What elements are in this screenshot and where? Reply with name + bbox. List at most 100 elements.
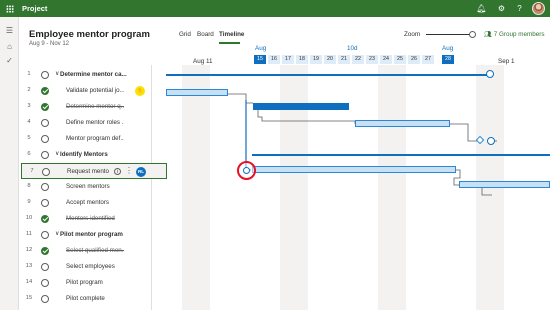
task-name[interactable]: Screen mentors [66, 183, 110, 190]
row-number: 5 [27, 135, 31, 141]
row-number: 10 [25, 215, 33, 221]
task-name[interactable]: Determine mentor q... [66, 103, 124, 110]
task-row[interactable]: 5 Mentor program def... [19, 131, 152, 147]
row-number: 14 [25, 279, 33, 285]
row-number: 4 [27, 119, 31, 125]
chevron-down-icon[interactable]: ∨ [55, 70, 59, 77]
complete-circle[interactable] [41, 198, 49, 207]
complete-circle[interactable] [41, 262, 49, 271]
app-name[interactable]: Project [22, 4, 47, 13]
task-name[interactable]: Pilot complete [66, 295, 105, 302]
task-row[interactable]: 1 ∨ Determine mentor ca... [19, 67, 152, 83]
user-avatar[interactable] [532, 2, 545, 15]
hand-icon: ✋ [135, 86, 145, 96]
task-name[interactable]: Identify Mentors [60, 151, 108, 158]
checkmark-icon[interactable] [41, 214, 49, 223]
task-name[interactable]: Mentor program def... [66, 135, 124, 142]
plan-title[interactable]: Employee mentor program [29, 29, 150, 40]
task-row[interactable]: 12 Select qualified men... [19, 243, 152, 259]
summary-bar[interactable] [252, 154, 550, 156]
task-row[interactable]: 8 Screen mentors [19, 179, 152, 195]
checkmark-icon[interactable] [41, 246, 49, 255]
task-row[interactable]: 2 Validate potential jo... ✋ [19, 83, 152, 99]
task-bar[interactable] [252, 166, 456, 173]
task-bar[interactable] [355, 120, 450, 127]
task-name[interactable]: Determine mentor ca... [60, 71, 127, 78]
task-name[interactable]: Define mentor roles ... [66, 119, 124, 126]
tab-board[interactable]: Board [197, 31, 214, 38]
row-number: 2 [27, 87, 31, 93]
plan-dates: Aug 9 - Nov 12 [29, 41, 70, 47]
group-members-label: 7 Group members [493, 31, 545, 38]
assignee-avatar[interactable]: RL [136, 167, 146, 177]
chevron-down-icon[interactable]: ∨ [55, 230, 59, 237]
info-icon[interactable]: i [114, 167, 121, 175]
row-number: 7 [30, 168, 34, 174]
home-icon[interactable]: ⌂ [4, 41, 15, 52]
dependency-links [228, 93, 497, 196]
zoom-label: Zoom [404, 31, 421, 38]
task-row-selected[interactable]: 7 Request mento i ⋮ RL [21, 163, 167, 179]
checkmark-icon[interactable] [41, 86, 49, 95]
tab-grid[interactable]: Grid [179, 31, 191, 38]
complete-circle[interactable] [41, 294, 49, 303]
task-bar[interactable] [253, 103, 349, 110]
zoom-slider[interactable] [426, 34, 473, 35]
waffle-icon[interactable] [6, 5, 14, 13]
left-nav-rail: ☰ ⌂ ✓ [0, 17, 19, 310]
row-number: 12 [25, 247, 33, 253]
task-row[interactable]: 6 ∨ Identify Mentors [19, 147, 152, 163]
complete-circle[interactable] [41, 118, 49, 127]
task-row[interactable]: 3 Determine mentor q... [19, 99, 152, 115]
complete-circle[interactable] [41, 182, 49, 191]
task-row[interactable]: 9 Accept mentors [19, 195, 152, 211]
task-row[interactable]: 15 Pilot complete [19, 291, 152, 307]
drag-link-handle[interactable] [237, 161, 256, 180]
task-name[interactable]: Select qualified men... [66, 247, 124, 254]
task-bar[interactable] [459, 181, 550, 188]
task-name[interactable]: Validate potential jo... [66, 87, 124, 94]
row-number: 15 [25, 295, 33, 301]
more-icon[interactable]: ⋮ [125, 166, 133, 175]
task-name[interactable]: Select employees [66, 263, 115, 270]
complete-circle[interactable] [41, 278, 49, 287]
row-number: 1 [27, 71, 31, 77]
hamburger-icon[interactable]: ☰ [4, 25, 15, 36]
task-name[interactable]: Pilot mentor program [60, 231, 123, 238]
complete-circle[interactable] [41, 134, 49, 143]
milestone-marker[interactable] [486, 70, 494, 78]
timeline-chart[interactable]: Aug 10d Aug Aug 11 Sep 1 15 16 17 18 19 … [152, 45, 550, 310]
bell-icon[interactable]: 🔔︎ [476, 3, 487, 14]
zoom-slider-thumb[interactable] [469, 30, 476, 38]
task-name[interactable]: Accept mentors [66, 199, 109, 206]
gear-icon[interactable]: ⚙ [496, 3, 507, 14]
task-bar[interactable] [166, 89, 228, 96]
app-top-bar: Project 🔔︎ ⚙ ? [0, 0, 550, 17]
task-name[interactable]: Request mento [67, 168, 109, 175]
complete-circle[interactable] [41, 150, 49, 159]
task-name[interactable]: Mentors identified [66, 215, 115, 222]
task-row[interactable]: 10 Mentors identified [19, 211, 152, 227]
task-row[interactable]: 4 Define mentor roles ... [19, 115, 152, 131]
summary-bar[interactable] [166, 74, 490, 76]
row-number: 3 [27, 103, 31, 109]
complete-circle[interactable] [41, 70, 49, 79]
complete-circle[interactable] [42, 167, 50, 176]
row-number: 6 [27, 151, 31, 157]
milestone-marker[interactable] [487, 137, 495, 145]
tab-timeline[interactable]: Timeline [219, 31, 244, 38]
chevron-down-icon[interactable]: ∨ [55, 150, 59, 157]
row-number: 11 [25, 231, 33, 237]
checkmark-icon[interactable] [41, 102, 49, 111]
group-members-button[interactable]: 👥︎ 7 Group members [484, 30, 545, 38]
task-row[interactable]: 11 ∨ Pilot mentor program [19, 227, 152, 243]
active-tab-indicator [219, 42, 240, 44]
task-row[interactable]: 13 Select employees [19, 259, 152, 275]
task-row[interactable]: 14 Pilot program [19, 275, 152, 291]
complete-circle[interactable] [41, 230, 49, 239]
checkmark-icon[interactable]: ✓ [4, 55, 15, 66]
task-name[interactable]: Pilot program [66, 279, 103, 286]
task-list: 1 ∨ Determine mentor ca... 2 Validate po… [19, 65, 167, 310]
help-icon[interactable]: ? [514, 3, 525, 14]
row-number: 13 [25, 263, 33, 269]
